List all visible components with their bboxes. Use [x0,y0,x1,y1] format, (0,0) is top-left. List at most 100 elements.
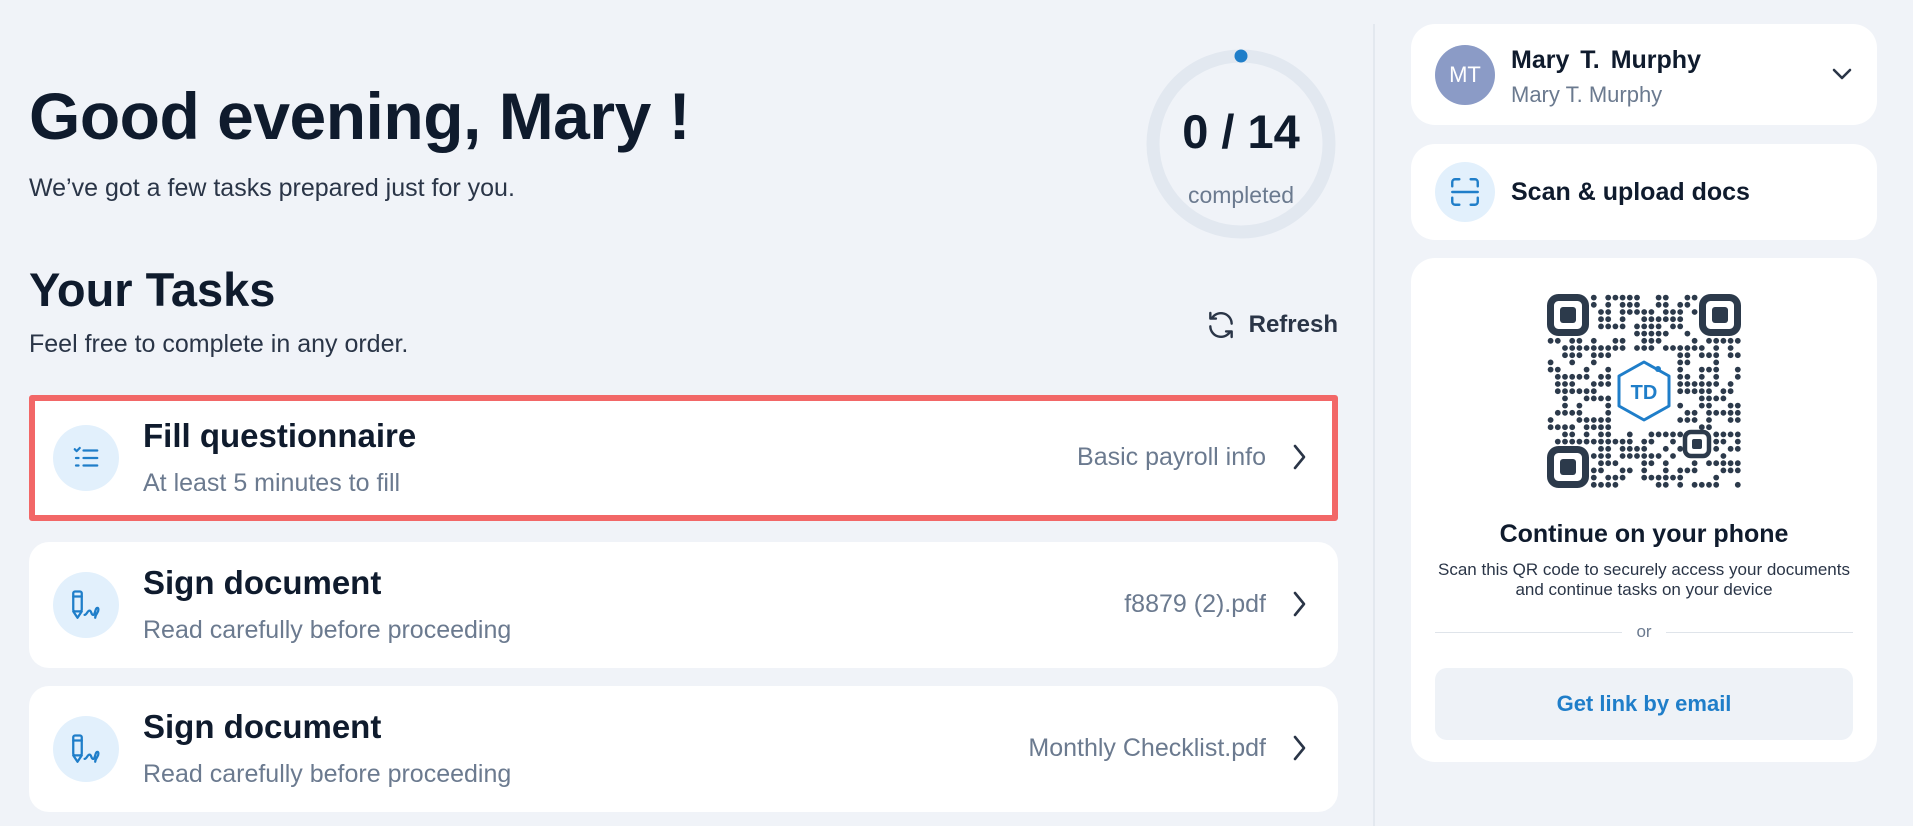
qr-module [1576,352,1583,359]
qr-module [1727,402,1734,409]
tasks-subtitle: Feel free to complete in any order. [29,330,409,358]
qr-module [1626,453,1633,459]
qr-module [1619,316,1626,323]
qr-module [1634,330,1640,337]
task-item-fill-questionnaire[interactable]: Fill questionnaire At least 5 minutes to… [29,395,1338,521]
qr-module [1576,337,1583,344]
qr-module [1720,337,1727,344]
qr-module [1684,359,1691,366]
qr-module [1569,431,1576,438]
qr-module [1706,424,1712,431]
qr-module [1684,352,1691,359]
qr-module [1662,345,1669,351]
qr-module [1605,373,1612,380]
tasks-title: Your Tasks [29,263,276,316]
user-menu[interactable]: MT Mary T. Murphy Mary T. Murphy [1411,24,1877,125]
qr-module [1590,381,1597,387]
qr-module [1576,373,1583,380]
checklist-icon [53,425,119,491]
qr-module [1677,402,1684,409]
qr-module [1662,316,1669,323]
qr-module [1655,301,1662,308]
qr-module [1648,316,1655,323]
qr-module [1655,330,1662,337]
chevron-right-icon [1288,733,1310,768]
qr-module [1641,345,1648,351]
qr-module [1598,438,1604,445]
task-subtitle: Read carefully before proceeding [143,760,512,788]
qr-module [1641,323,1648,330]
qr-module [1554,388,1561,395]
qr-module [1713,337,1720,344]
chevron-right-icon [1288,442,1310,477]
qr-module [1720,431,1727,438]
qr-module [1677,467,1684,474]
qr-code[interactable]: TD [1547,294,1741,488]
qr-module [1698,366,1705,373]
qr-module [1641,445,1648,452]
chevron-right-icon [1288,589,1310,624]
qr-module [1648,453,1655,459]
qr-module [1662,431,1669,438]
qr-module [1713,481,1720,488]
qr-module [1619,323,1626,330]
qr-module [1655,323,1662,330]
qr-module [1713,373,1720,380]
refresh-button[interactable]: Refresh [1205,308,1338,342]
qr-module [1734,366,1741,373]
qr-module [1684,373,1691,380]
qr-module [1713,395,1720,402]
get-link-by-email-button[interactable]: Get link by email [1435,668,1853,740]
qr-module [1612,460,1619,467]
qr-module [1619,345,1626,351]
qr-module [1648,345,1655,351]
qr-module [1569,352,1576,359]
qr-module [1684,409,1691,416]
qr-module [1598,460,1604,467]
qr-module [1590,345,1597,351]
qr-module [1547,424,1554,431]
qr-module [1590,395,1597,402]
qr-module [1655,337,1662,344]
qr-module [1727,337,1734,344]
task-item-sign-document[interactable]: Sign document Read carefully before proc… [29,686,1338,812]
qr-module [1554,409,1561,416]
qr-module [1641,330,1648,337]
qr-module [1605,409,1612,416]
qr-module [1641,337,1648,344]
qr-module [1590,453,1597,459]
qr-module [1727,381,1734,387]
qr-module [1677,431,1684,438]
qr-module [1605,453,1612,459]
user-name: Mary T. Murphy [1511,46,1701,74]
qr-module [1598,431,1604,438]
qr-module [1605,366,1612,373]
qr-module [1677,301,1684,308]
qr-module [1590,337,1597,344]
qr-module [1562,352,1568,359]
qr-module [1713,381,1720,387]
qr-module [1569,438,1576,445]
qr-module [1670,323,1676,330]
qr-module [1677,373,1684,380]
qr-module [1583,438,1590,445]
qr-module [1554,366,1561,373]
qr-module [1590,301,1597,308]
qr-module [1554,424,1561,431]
greeting-title: Good evening, Mary ! [29,79,691,153]
qr-module [1684,381,1691,387]
qr-module [1569,424,1576,431]
qr-module [1598,481,1604,488]
qr-module [1605,323,1612,330]
qr-module [1554,373,1561,380]
qr-module [1590,474,1597,481]
qr-module [1605,402,1612,409]
qr-module [1713,445,1720,452]
scan-upload-button[interactable]: Scan & upload docs [1411,144,1877,240]
qr-module [1734,337,1741,344]
qr-module [1569,373,1576,380]
qr-module [1655,316,1662,323]
task-item-sign-document[interactable]: Sign document Read carefully before proc… [29,542,1338,668]
qr-module [1562,381,1568,387]
avatar: MT [1435,45,1495,105]
